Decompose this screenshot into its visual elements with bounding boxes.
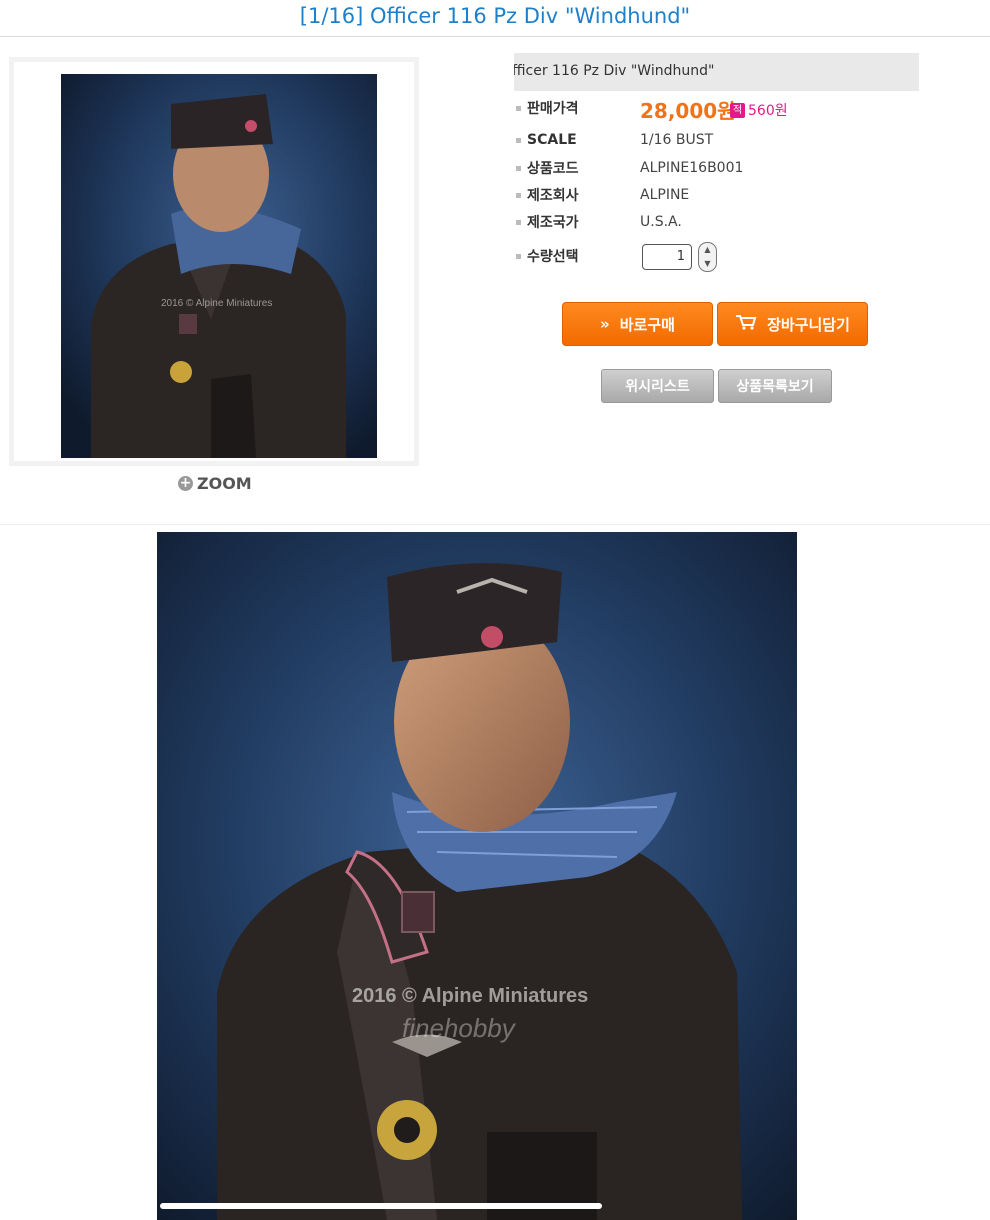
quantity-label: 수량선택: [527, 249, 579, 265]
plus-icon: +: [178, 474, 193, 491]
stepper-up-icon[interactable]: ▲: [704, 245, 710, 255]
spec-row-code: 상품코드: [516, 157, 640, 179]
wishlist-button[interactable]: 위시리스트: [601, 369, 714, 403]
product-list-button[interactable]: 상품목록보기: [718, 369, 832, 403]
wishlist-label: 위시리스트: [625, 379, 690, 395]
detail-watermark: 2016 © Alpine Miniatures: [352, 985, 588, 1007]
product-list-label: 상품목록보기: [736, 379, 814, 395]
bullet-icon: [516, 137, 521, 143]
spec-label: 상품코드: [527, 161, 579, 177]
zoom-label: ZOOM: [197, 473, 252, 493]
spec-label: 제조회사: [527, 188, 579, 204]
quantity-row: 수량선택: [516, 245, 640, 267]
price-value: 28,000원: [640, 99, 736, 123]
buy-now-button[interactable]: » 바로구매: [562, 302, 713, 346]
bullet-icon: [516, 219, 521, 225]
page-title: [1/16] Officer 116 Pz Div "Windhund": [0, 0, 990, 37]
points-badge-icon: 적: [730, 102, 745, 118]
spec-value: ALPINE16B001: [640, 160, 744, 176]
product-name: fficer 116 Pz Div "Windhund": [514, 63, 715, 79]
bullet-icon: [516, 253, 521, 259]
product-detail-image: 2016 © Alpine Miniatures finehobby: [157, 532, 797, 1220]
zoom-button[interactable]: + ZOOM: [178, 472, 252, 494]
bullet-icon: [516, 105, 521, 111]
spec-label: SCALE: [527, 132, 577, 148]
bullet-icon: [516, 192, 521, 198]
detail-watermark-finehobby: finehobby: [402, 1013, 517, 1043]
price-label: 판매가격: [527, 101, 579, 117]
add-to-cart-label: 장바구니담기: [767, 315, 850, 334]
spec-value: 1/16 BUST: [640, 132, 714, 148]
points-value: 560원: [748, 103, 788, 119]
spec-row-country: 제조국가: [516, 211, 640, 233]
quantity-stepper[interactable]: ▲ ▼: [698, 242, 717, 272]
buy-now-label: 바로구매: [619, 315, 675, 334]
thumbnail-frame: 2016 © Alpine Miniatures: [9, 57, 419, 466]
stepper-down-icon[interactable]: ▼: [704, 259, 710, 269]
price-row: 판매가격: [516, 97, 640, 119]
product-thumbnail-image[interactable]: 2016 © Alpine Miniatures: [61, 74, 377, 458]
bullet-icon: [516, 165, 521, 171]
double-chevron-icon: »: [600, 315, 610, 333]
product-name-bar: fficer 116 Pz Div "Windhund": [514, 53, 919, 91]
section-divider: [0, 524, 990, 525]
spec-value: U.S.A.: [640, 214, 682, 230]
spec-value: ALPINE: [640, 187, 690, 203]
spec-label: 제조국가: [527, 215, 579, 231]
spec-row-maker: 제조회사: [516, 184, 640, 206]
home-indicator[interactable]: [160, 1203, 602, 1209]
thumbnail-watermark: 2016 © Alpine Miniatures: [161, 298, 272, 309]
points: 적 560원: [730, 100, 788, 120]
spec-row-scale: SCALE: [516, 129, 640, 151]
add-to-cart-button[interactable]: 장바구니담기: [717, 302, 868, 346]
quantity-input[interactable]: 1: [642, 244, 692, 270]
cart-icon: [735, 314, 757, 334]
